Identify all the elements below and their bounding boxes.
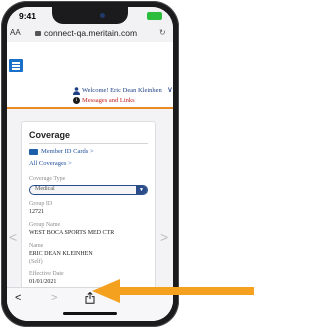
card-divider (29, 143, 148, 144)
name-value: ERIC DEAN KLEINHEN (29, 251, 93, 257)
callout-arrow-icon (92, 279, 254, 303)
reader-aa-button[interactable]: AA (10, 28, 21, 37)
carousel-prev-arrow[interactable]: < (9, 229, 17, 245)
status-time: 9:41 (19, 11, 37, 21)
url-text: connect-qa.meritain.com (44, 28, 138, 38)
battery-icon (147, 12, 162, 20)
forward-button[interactable]: > (51, 292, 57, 304)
group-id-value: 12721 (29, 209, 44, 215)
chevron-down-icon[interactable]: ∨ (167, 85, 173, 94)
menu-hamburger-icon[interactable] (9, 59, 23, 72)
back-button[interactable]: < (15, 292, 21, 304)
browser-url-bar[interactable]: AA connect-qa.meritain.com ↻ (7, 27, 173, 42)
person-icon (73, 87, 80, 95)
group-id-label: Group ID (29, 201, 53, 207)
messages-and-links-link[interactable]: Messages and Links (82, 97, 135, 104)
phone-screen: 9:41 AA connect-qa.meritain.com ↻ Welcom… (7, 7, 173, 321)
coverage-type-select[interactable]: Medical ▼ (29, 185, 148, 195)
camera-icon (100, 13, 105, 18)
group-name-label: Group Name (29, 222, 61, 228)
phone-notch (52, 7, 128, 24)
relationship-value: (Self) (29, 259, 43, 265)
member-id-cards-link[interactable]: Member ID Cards > (41, 148, 94, 155)
chevron-down-icon[interactable]: ▼ (136, 186, 147, 194)
id-card-icon (29, 149, 38, 155)
welcome-user-menu[interactable]: Welcome! Eric Dean Kleinhen (82, 87, 162, 94)
group-name-value: WEST BOCA SPORTS MED CTR (29, 230, 115, 236)
lock-icon (35, 31, 41, 36)
effective-date-label: Effective Date (29, 271, 64, 277)
all-coverages-link[interactable]: All Coverages > (29, 160, 72, 167)
home-indicator (63, 312, 117, 315)
card-title: Coverage (29, 130, 71, 140)
coverage-type-value: Medical (35, 186, 55, 192)
coverage-type-label: Coverage Type (29, 176, 66, 182)
carousel-next-arrow[interactable]: > (160, 229, 168, 245)
info-icon: i (73, 97, 80, 104)
reload-icon[interactable]: ↻ (159, 28, 166, 37)
url-field[interactable]: connect-qa.meritain.com (35, 28, 137, 38)
effective-date-value: 01/01/2021 (29, 279, 57, 285)
name-label: Name (29, 243, 44, 249)
